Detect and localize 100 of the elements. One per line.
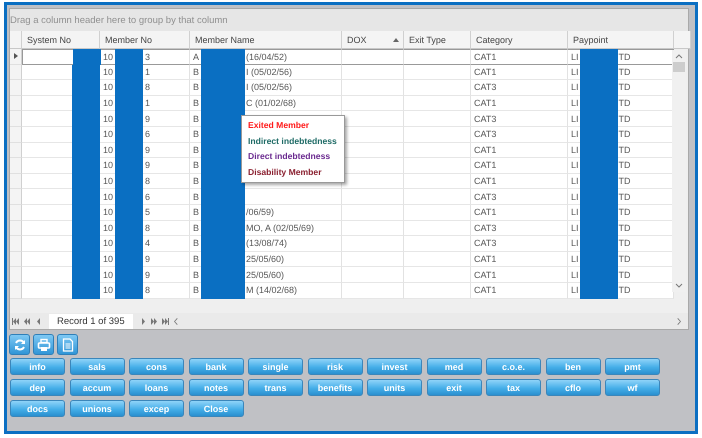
document-button[interactable]: [57, 334, 78, 355]
column-header[interactable]: Member No: [100, 31, 190, 49]
cell-text: B: [193, 222, 200, 233]
cell-text: I (05/02/56): [246, 82, 292, 92]
cell-text: (16/04/52): [246, 52, 288, 62]
previous-record-icon[interactable]: [34, 318, 43, 324]
column-header[interactable]: System No: [22, 31, 100, 49]
action-button[interactable]: exit: [426, 379, 482, 396]
cell-text: LI: [571, 207, 579, 218]
redaction-bar: [72, 282, 100, 298]
action-button[interactable]: Close: [188, 400, 244, 417]
cell-text: LI: [571, 176, 579, 186]
action-button[interactable]: docs: [10, 400, 65, 417]
cell-text: B: [193, 254, 200, 264]
row-indicator[interactable]: [10, 49, 22, 65]
cell-text: MO, A (02/05/69): [246, 222, 314, 233]
cell-text: CAT3: [474, 82, 496, 92]
cell-text: 10: [103, 98, 114, 108]
cell-text: TD: [618, 82, 631, 92]
action-button[interactable]: wf: [605, 379, 660, 396]
cell-text: 9: [145, 254, 150, 264]
menu-item[interactable]: Exited Member: [248, 118, 310, 134]
cell-text: 8: [145, 222, 150, 233]
action-button[interactable]: pmt: [605, 358, 660, 375]
column-header[interactable]: DOX: [342, 31, 404, 49]
cell-text: B: [193, 114, 200, 124]
action-button[interactable]: excep: [129, 400, 184, 417]
cell-text: TD: [618, 238, 631, 248]
scroll-right-icon[interactable]: [675, 318, 684, 324]
cell-text: TD: [618, 52, 631, 62]
record-counter: Record 1 of 395: [49, 314, 133, 328]
action-button[interactable]: notes: [188, 379, 244, 396]
scroll-up-icon[interactable]: [675, 53, 683, 59]
action-button[interactable]: units: [367, 379, 422, 396]
action-button[interactable]: tax: [486, 379, 541, 396]
cell-text: CAT1: [474, 160, 496, 170]
scrollbar-thumb[interactable]: [673, 62, 685, 72]
previous-page-icon[interactable]: [23, 318, 32, 324]
cell-text: LI: [571, 254, 579, 264]
action-button[interactable]: trans: [248, 379, 303, 396]
action-button[interactable]: c.o.e.: [486, 358, 541, 375]
refresh-icon: [12, 338, 26, 352]
cell-text: 10: [103, 222, 114, 233]
action-button[interactable]: unions: [70, 400, 124, 417]
column-header[interactable]: Category: [471, 31, 568, 49]
column-header[interactable]: Paypoint: [568, 31, 674, 49]
cell-text: CAT1: [474, 52, 496, 62]
action-button[interactable]: invest: [367, 358, 422, 375]
action-button[interactable]: sals: [70, 358, 124, 375]
action-button[interactable]: cons: [129, 358, 184, 375]
redaction-bar: [201, 282, 246, 298]
last-record-icon[interactable]: [160, 318, 170, 324]
next-page-icon[interactable]: [150, 318, 159, 324]
menu-item[interactable]: Direct indebtedness: [248, 149, 330, 164]
cell-text: 10: [103, 144, 114, 155]
action-button[interactable]: cflo: [546, 379, 600, 396]
cell-text: CAT3: [474, 192, 496, 202]
menu-item[interactable]: Indirect indebtedness: [248, 134, 337, 149]
cell-text: LI: [571, 270, 579, 280]
cell-text: TD: [618, 285, 631, 296]
redaction-bar: [580, 282, 618, 298]
cell-text: TD: [618, 114, 631, 124]
cell-text: CAT1: [474, 66, 496, 77]
menu-item[interactable]: Disability Member: [248, 164, 322, 180]
cell-text: 9: [145, 160, 150, 170]
cell-text: CAT3: [474, 222, 496, 233]
vertical-scrollbar[interactable]: [672, 50, 686, 292]
redaction-bar: [115, 49, 144, 65]
cell-text: TD: [618, 192, 631, 202]
cell-text: B: [193, 98, 200, 108]
action-button[interactable]: ben: [546, 358, 600, 375]
first-record-icon[interactable]: [12, 318, 21, 324]
action-button[interactable]: benefits: [308, 379, 362, 396]
cell-text: I (05/02/56): [246, 66, 292, 77]
cell-text: 10: [103, 270, 114, 280]
action-button[interactable]: info: [10, 358, 65, 375]
action-button[interactable]: risk: [308, 358, 362, 375]
scroll-down-icon[interactable]: [675, 283, 683, 289]
action-button[interactable]: loans: [129, 379, 184, 396]
action-button[interactable]: accum: [70, 379, 124, 396]
document-icon: [62, 338, 74, 352]
cell-text: 8: [145, 82, 150, 92]
column-header[interactable]: Exit Type: [404, 31, 471, 49]
cell-text: 8: [145, 285, 150, 296]
cell-text: CAT3: [474, 238, 496, 248]
action-button[interactable]: single: [248, 358, 303, 375]
cell-text: LI: [571, 129, 579, 140]
cell-text: B: [193, 192, 200, 202]
print-button[interactable]: [33, 334, 54, 355]
cell-text: 9: [145, 144, 150, 155]
cell-text: B: [193, 129, 200, 140]
cell-text: C (01/02/68): [246, 98, 296, 108]
cell-text: CAT1: [474, 144, 496, 155]
column-header[interactable]: Member Name: [190, 31, 342, 49]
action-button[interactable]: med: [426, 358, 482, 375]
cell-text: A: [193, 52, 200, 62]
action-button[interactable]: dep: [10, 379, 65, 396]
refresh-button[interactable]: [9, 334, 30, 355]
cell-text: B: [193, 270, 200, 280]
action-button[interactable]: bank: [188, 358, 244, 375]
